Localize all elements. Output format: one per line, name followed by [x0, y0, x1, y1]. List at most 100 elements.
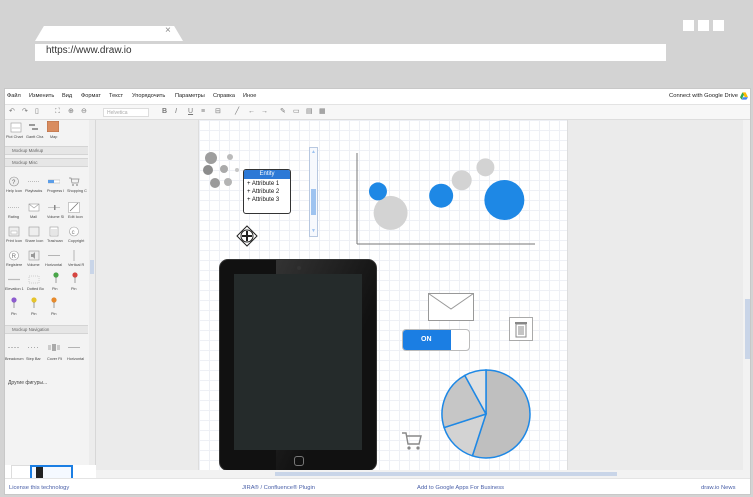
- entity-shape[interactable]: Entity + Attribute 1 + Attribute 2 + Att…: [243, 169, 291, 214]
- help-icon[interactable]: ?: [8, 176, 20, 187]
- label-registered: Registere: [6, 263, 23, 267]
- breadcrumb-icon[interactable]: [8, 342, 20, 353]
- elevation-icon[interactable]: [8, 274, 20, 285]
- horizontal-nav-icon[interactable]: [68, 342, 80, 353]
- shopping-cart-icon[interactable]: [401, 430, 423, 452]
- volume-slider-icon[interactable]: [48, 202, 60, 213]
- canvas-vertical-scrollbar[interactable]: [743, 120, 750, 470]
- close-window-button[interactable]: [713, 20, 724, 31]
- move-cross-icon[interactable]: [236, 225, 258, 247]
- menu-file[interactable]: Файл: [7, 93, 21, 99]
- arrow-left-icon[interactable]: ←: [248, 108, 255, 116]
- menu-text[interactable]: Текст: [109, 93, 123, 99]
- copyright-icon[interactable]: c: [68, 226, 80, 237]
- registered-icon[interactable]: R: [8, 250, 20, 261]
- pin-red-icon[interactable]: [69, 272, 81, 283]
- underline-icon[interactable]: U: [188, 108, 193, 116]
- menu-arrange[interactable]: Упорядочить: [132, 93, 165, 99]
- sidebar-label-plot: Plot Chart: [6, 135, 23, 139]
- scroll-down-icon: ▼: [311, 228, 316, 234]
- google-apps-link[interactable]: Add to Google Apps For Business: [417, 485, 504, 491]
- trashcan-icon[interactable]: [48, 226, 60, 237]
- grid-icon[interactable]: ▦: [319, 108, 326, 116]
- fit-icon[interactable]: ⛶: [55, 108, 60, 116]
- minimize-button[interactable]: [683, 20, 694, 31]
- menu-settings[interactable]: Параметры: [175, 93, 205, 99]
- maximize-button[interactable]: [698, 20, 709, 31]
- vertical-rule-icon[interactable]: [68, 250, 80, 261]
- arrow-right-icon[interactable]: →: [261, 108, 268, 116]
- mail-icon[interactable]: [28, 202, 40, 213]
- delete-icon[interactable]: ▯: [35, 108, 39, 116]
- format-icon[interactable]: ▤: [306, 108, 313, 116]
- style-icon[interactable]: ▭: [293, 108, 300, 116]
- menu-format[interactable]: Формат: [81, 93, 101, 99]
- dotted-box-icon[interactable]: [28, 274, 40, 285]
- bold-icon[interactable]: B: [162, 108, 167, 116]
- progress-bar-icon[interactable]: [48, 176, 60, 187]
- map-icon[interactable]: [47, 121, 59, 132]
- label-cover-flip: Cover Fli: [47, 357, 63, 361]
- plot-chart-icon[interactable]: [10, 122, 22, 133]
- license-link[interactable]: License this technology: [9, 485, 69, 491]
- gantt-chart-icon[interactable]: [28, 122, 40, 133]
- edit-icon[interactable]: [68, 202, 80, 213]
- volume-icon[interactable]: [28, 250, 40, 261]
- tablet-shape[interactable]: [219, 259, 377, 471]
- menu-other[interactable]: Иное: [243, 93, 256, 99]
- bubble-chart[interactable]: [355, 153, 537, 245]
- label-trashcan: Trashcan: [47, 239, 63, 243]
- cover-flip-icon[interactable]: [48, 342, 60, 353]
- rating-icon[interactable]: [8, 202, 20, 213]
- footer: License this technology JIRA® / Confluen…: [5, 478, 750, 494]
- menu-edit[interactable]: Изменить: [29, 93, 54, 99]
- browser-tab[interactable]: [35, 26, 183, 41]
- sidebar-scroll-thumb[interactable]: [90, 260, 94, 274]
- fill-icon[interactable]: ✎: [280, 108, 286, 116]
- dots-shape[interactable]: [200, 149, 244, 194]
- valign-icon[interactable]: ⊟: [215, 108, 221, 116]
- tab-close-icon[interactable]: ×: [165, 25, 171, 36]
- more-shapes-link[interactable]: Другие фигуры...: [8, 380, 47, 386]
- horizontal-rule-icon[interactable]: [48, 250, 60, 261]
- pin-green-icon[interactable]: [50, 272, 62, 283]
- toggle-switch[interactable]: ON: [402, 329, 470, 351]
- menu-view[interactable]: Вид: [62, 93, 72, 99]
- font-select[interactable]: Helvetica: [103, 108, 149, 117]
- mail-icon[interactable]: [428, 293, 474, 321]
- bubble-point: [451, 170, 472, 191]
- step-bar-icon[interactable]: [28, 342, 40, 353]
- pie-chart[interactable]: [440, 368, 532, 460]
- share-icon[interactable]: [28, 226, 40, 237]
- zoom-out-icon[interactable]: ⊖: [81, 108, 87, 116]
- pin-purple-icon[interactable]: [8, 297, 20, 308]
- section-mockup-markup[interactable]: Mockup Markup: [5, 146, 88, 155]
- line-icon[interactable]: ╱: [235, 108, 239, 116]
- section-mockup-misc[interactable]: Mockup Misc: [5, 158, 88, 167]
- news-link[interactable]: draw.io News: [701, 485, 735, 491]
- label-pin-3: Pin: [11, 312, 17, 316]
- print-icon[interactable]: [8, 226, 20, 237]
- canvas-vertical-thumb[interactable]: [745, 299, 750, 359]
- pin-orange-icon[interactable]: [48, 297, 60, 308]
- playback-icon[interactable]: [28, 176, 40, 187]
- sidebar-scrollbar[interactable]: [89, 120, 95, 465]
- align-icon[interactable]: ≡: [201, 108, 205, 116]
- zoom-in-icon[interactable]: ⊕: [68, 108, 74, 116]
- label-step-bar: Step Bar: [26, 357, 41, 361]
- italic-icon[interactable]: I: [175, 108, 177, 116]
- menu-help[interactable]: Справка: [213, 93, 235, 99]
- pin-yellow-icon[interactable]: [28, 297, 40, 308]
- redo-icon[interactable]: ↷: [22, 108, 28, 116]
- undo-icon[interactable]: ↶: [9, 108, 15, 116]
- google-drive-icon[interactable]: [740, 92, 748, 100]
- google-drive-link[interactable]: Connect with Google Drive: [669, 93, 738, 99]
- canvas-horizontal-thumb[interactable]: [275, 472, 617, 476]
- label-volume: Volume: [27, 263, 40, 267]
- plugin-link[interactable]: JIRA® / Confluence® Plugin: [242, 485, 315, 491]
- label-progress: Progress I: [47, 189, 65, 193]
- section-mockup-navigation[interactable]: Mockup Navigation: [5, 325, 88, 334]
- svg-text:c: c: [72, 230, 75, 236]
- shopping-cart-icon[interactable]: [68, 176, 80, 187]
- trashcan-icon[interactable]: [509, 317, 533, 341]
